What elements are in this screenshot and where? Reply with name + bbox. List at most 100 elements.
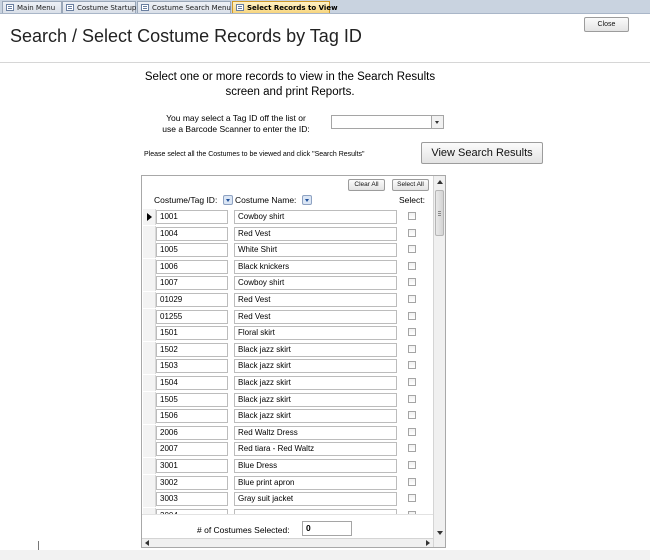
select-checkbox[interactable] [408,411,416,420]
select-checkbox[interactable] [408,494,416,503]
record-selector[interactable] [143,441,156,458]
record-selector[interactable] [143,491,156,508]
tag-id-cell[interactable]: 1502 [156,342,228,357]
tag-id-cell[interactable]: 3003 [156,492,228,507]
chevron-down-icon[interactable] [431,116,443,128]
clear-all-button[interactable]: Clear All [348,179,385,191]
select-checkbox[interactable] [408,294,416,303]
record-selector[interactable] [143,242,156,259]
tag-id-cell[interactable]: 01029 [156,292,228,307]
record-selector[interactable] [143,275,156,292]
table-row[interactable]: 1005 White Shirt [142,242,445,259]
tag-id-cell[interactable]: 1505 [156,392,228,407]
select-checkbox[interactable] [408,328,416,337]
select-checkbox[interactable] [408,311,416,320]
costume-name-cell[interactable]: Floral skirt [234,326,397,341]
record-selector[interactable] [143,225,156,242]
costume-name-cell[interactable]: Red Vest [234,309,397,324]
costume-name-cell[interactable]: Red Waltz Dress [234,425,397,440]
tag-id-cell[interactable]: 3001 [156,458,228,473]
scroll-up-icon[interactable] [434,176,445,188]
select-checkbox[interactable] [408,344,416,353]
table-row[interactable]: 01029 Red Vest [142,291,445,309]
table-row[interactable]: 1506 Black jazz skirt [142,408,445,425]
select-checkbox[interactable] [408,460,416,469]
tag-id-cell[interactable]: 1503 [156,359,228,374]
record-selector[interactable] [143,474,156,491]
select-checkbox[interactable] [408,444,416,453]
tag-id-cell[interactable]: 2007 [156,442,228,457]
scroll-left-icon[interactable] [142,539,152,547]
select-checkbox[interactable] [408,477,416,486]
table-row[interactable]: 1505 Black jazz skirt [142,391,445,409]
close-button[interactable]: Close [584,17,629,32]
tag-id-cell[interactable]: 01255 [156,309,228,324]
costume-name-cell[interactable]: Cowboy shirt [234,210,397,224]
tab-main-menu[interactable]: Main Menu [2,1,62,13]
table-row[interactable]: 1006 Black knickers [142,258,445,276]
costume-name-cell[interactable]: Black jazz skirt [234,342,397,357]
costume-name-cell[interactable]: White Shirt [234,243,397,258]
select-all-button[interactable]: Select All [392,179,429,191]
costume-name-cell[interactable]: Red Vest [234,226,397,241]
tab-select-records-to-view[interactable]: Select Records to View [232,1,338,13]
table-row[interactable]: 1001 Cowboy shirt [142,209,445,226]
record-selector[interactable] [143,457,156,474]
tag-id-cell[interactable]: 2006 [156,425,228,440]
select-checkbox[interactable] [408,228,416,237]
sort-costume-name-icon[interactable] [302,195,312,205]
record-selector[interactable] [143,391,156,408]
tag-id-combobox[interactable] [331,115,444,129]
record-selector[interactable] [143,424,156,441]
select-checkbox[interactable] [408,245,416,254]
select-checkbox[interactable] [408,261,416,270]
costume-name-cell[interactable]: Gray suit jacket [234,492,397,507]
table-row[interactable]: 1504 Black jazz skirt [142,374,445,392]
costume-name-cell[interactable]: Black jazz skirt [234,409,397,424]
record-selector[interactable] [143,258,156,275]
record-selector[interactable] [143,291,156,308]
select-checkbox[interactable] [408,361,416,370]
record-selector[interactable] [143,374,156,391]
costume-name-cell[interactable]: Black knickers [234,259,397,274]
select-checkbox[interactable] [408,394,416,403]
table-row[interactable]: 1503 Black jazz skirt [142,358,445,375]
horizontal-scrollbar[interactable] [142,538,433,547]
table-row[interactable]: 3002 Blue print apron [142,474,445,492]
costume-name-cell[interactable]: Black jazz skirt [234,359,397,374]
select-checkbox[interactable] [408,427,416,436]
scroll-thumb[interactable] [435,190,444,236]
tag-id-cell[interactable]: 1501 [156,326,228,341]
tag-id-cell[interactable]: 1506 [156,409,228,424]
table-row[interactable]: 2006 Red Waltz Dress [142,424,445,442]
scroll-down-icon[interactable] [434,527,445,539]
table-row[interactable]: 1004 Red Vest [142,225,445,243]
table-row[interactable]: 2007 Red tiara - Red Waltz [142,441,445,458]
table-row[interactable]: 1501 Floral skirt [142,325,445,342]
table-row[interactable]: 3001 Blue Dress [142,457,445,475]
costume-name-cell[interactable]: Blue print apron [234,475,397,490]
tag-id-cell[interactable]: 1007 [156,276,228,291]
record-selector[interactable] [143,358,156,375]
tag-id-cell[interactable]: 1504 [156,375,228,390]
record-selector[interactable] [143,408,156,425]
record-selector[interactable] [143,325,156,342]
select-checkbox[interactable] [408,212,416,220]
tab-costume-startup[interactable]: Costume Startup [62,1,136,13]
costume-name-cell[interactable]: Red tiara - Red Waltz [234,442,397,457]
sort-tag-id-icon[interactable] [223,195,233,205]
record-selector[interactable] [143,308,156,325]
select-checkbox[interactable] [408,278,416,287]
tag-id-cell[interactable]: 1006 [156,259,228,274]
scroll-right-icon[interactable] [423,539,433,547]
costume-name-cell[interactable]: Black jazz skirt [234,375,397,390]
tag-id-cell[interactable]: 1004 [156,226,228,241]
table-row[interactable]: 01255 Red Vest [142,308,445,326]
tag-id-cell[interactable]: 1001 [156,210,228,224]
select-checkbox[interactable] [408,377,416,386]
costume-name-cell[interactable]: Black jazz skirt [234,392,397,407]
costume-name-cell[interactable]: Red Vest [234,292,397,307]
view-search-results-button[interactable]: View Search Results [421,142,543,164]
costume-name-cell[interactable]: Blue Dress [234,458,397,473]
current-record-icon[interactable] [143,209,156,225]
